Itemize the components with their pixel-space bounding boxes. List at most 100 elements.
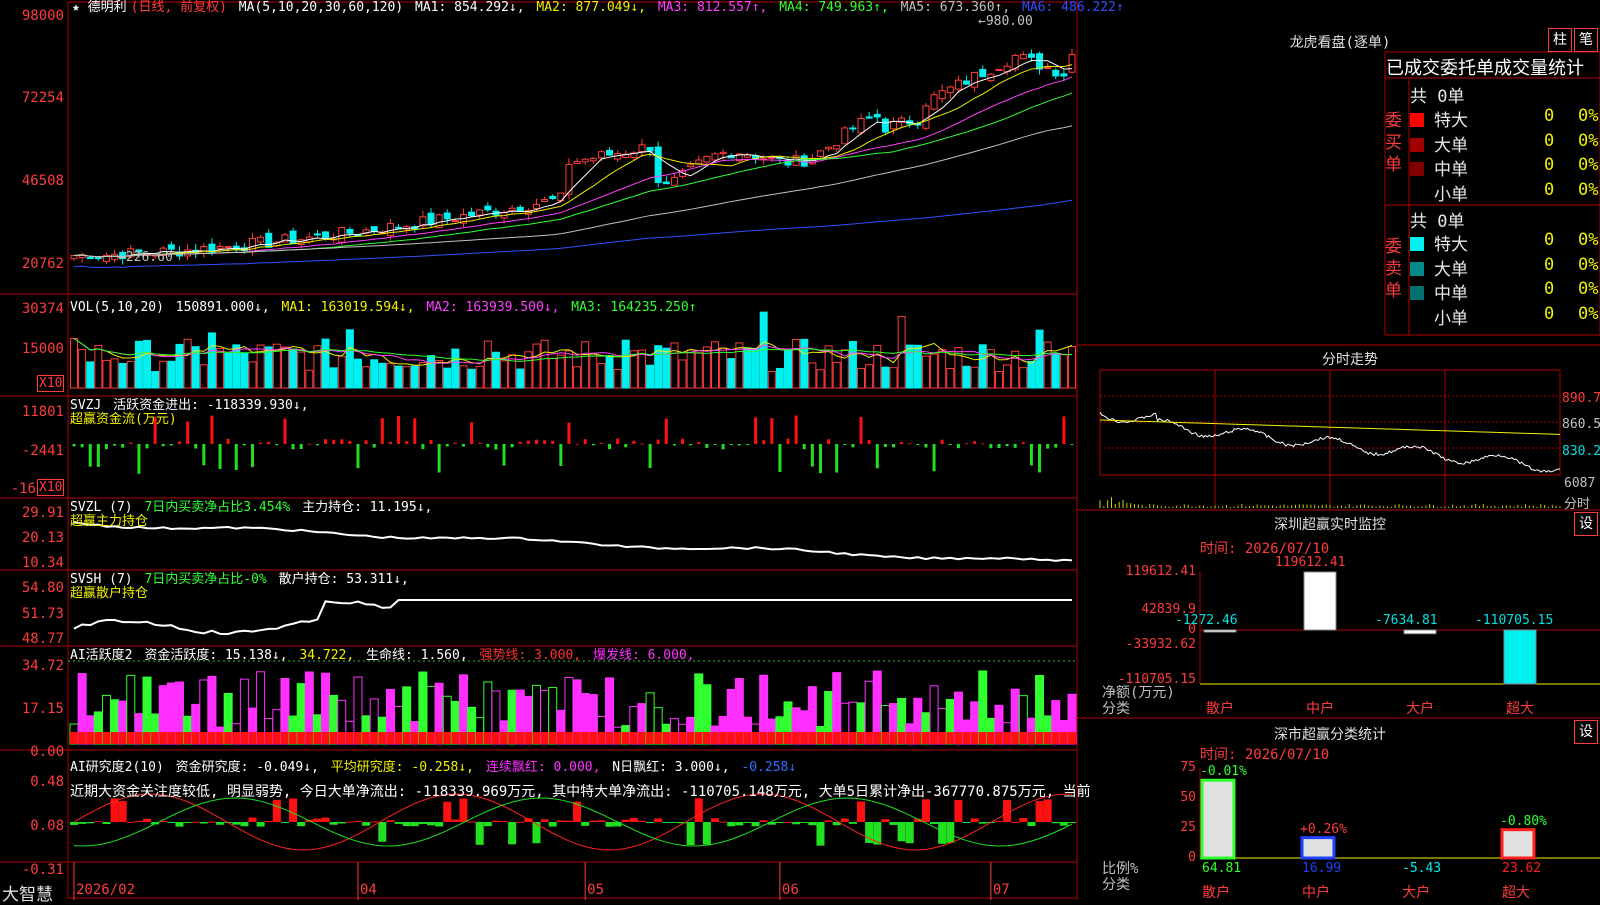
- ai1-y-label: 17.15: [21, 701, 64, 717]
- sm-bar-delta: -0.80%: [1500, 813, 1547, 829]
- ai1-base-bar: [508, 732, 517, 744]
- svzj-bar: [713, 444, 717, 445]
- ai1-base-bar: [272, 732, 281, 744]
- candle-body: [816, 150, 824, 157]
- volume-bar: [946, 367, 955, 389]
- sm-bar-delta: +0.26%: [1300, 821, 1347, 837]
- svsh-y-label: 54.80: [21, 580, 64, 596]
- ai1-base-bar: [1043, 732, 1052, 744]
- lhb-tabs[interactable]: 已成交委托单成交量统计: [1386, 54, 1600, 80]
- candle-body: [881, 118, 889, 133]
- ai2-bar: [483, 822, 492, 827]
- svzj-bar: [859, 416, 863, 444]
- svzj-unit-box: X10: [37, 479, 65, 496]
- sz-bar-中户: [1303, 571, 1337, 631]
- bar-mode-button[interactable]: 柱: [1548, 28, 1572, 52]
- svzj-bar: [210, 415, 214, 444]
- candle-body: [346, 228, 354, 234]
- stock-title[interactable]: ★ 德明利: [72, 0, 127, 15]
- svzj-bar: [307, 443, 311, 445]
- ai1-base-bar: [532, 732, 541, 744]
- svzl-name[interactable]: SVZL (7): [70, 500, 133, 515]
- vol-header: VOL(5,10,20) 150891.000↓, MA1: 163019.59…: [70, 300, 701, 316]
- svzj-bar: [908, 443, 912, 445]
- sz-settings-button[interactable]: 设: [1574, 512, 1598, 536]
- ai2-bar: [930, 822, 939, 825]
- ai2-bar: [94, 821, 103, 823]
- volume-bar: [540, 339, 549, 389]
- buy-count: 0: [1544, 179, 1555, 200]
- svzj-bar: [202, 444, 206, 466]
- ai1-base-bar: [418, 732, 427, 744]
- ai2-bar: [735, 822, 744, 826]
- ai2-y-label: -0.31: [21, 862, 64, 878]
- candle-body: [833, 145, 841, 150]
- ai1-base-bar: [930, 732, 939, 744]
- ai1-base-bar: [637, 732, 646, 744]
- ai1-base-bar: [946, 732, 955, 744]
- sm-y-label: 25: [1180, 820, 1196, 835]
- volume-bar: [1043, 341, 1052, 389]
- brand-logo[interactable]: 大智慧: [2, 880, 53, 905]
- svzj-bar: [1054, 444, 1058, 448]
- ai2-bar: [207, 821, 216, 823]
- sell-pct: 0%: [1578, 303, 1599, 324]
- sm-bar-value: 23.62: [1502, 861, 1542, 876]
- sz-bar-超大: [1503, 629, 1537, 685]
- candle-body: [395, 226, 403, 229]
- svzj-bar: [664, 418, 668, 444]
- svzj-bar: [1070, 444, 1074, 445]
- svzj-bar: [299, 444, 303, 450]
- volume-bar: [613, 368, 622, 389]
- ai1-d: 强势线: 3.000,: [479, 648, 582, 663]
- svzj-bar: [843, 444, 847, 445]
- ai2-bar: [540, 819, 549, 822]
- ai1-base-bar: [792, 732, 801, 744]
- ai1-base-bar: [816, 732, 825, 744]
- ai2-bar: [946, 822, 955, 843]
- candle-body: [865, 116, 873, 119]
- svzj-y-label: 11801: [21, 404, 64, 420]
- ai1-base-bar: [143, 732, 152, 744]
- candle-body: [971, 71, 979, 88]
- svzj-bar: [608, 444, 612, 450]
- sz-monitor-title: 深圳超赢实时监控: [1274, 517, 1386, 533]
- volume-bar: [183, 338, 192, 389]
- svzj-label: 活跃资金进出: -118339.930↓,: [113, 398, 309, 413]
- svsh-sub: 超赢散户持仓: [70, 586, 149, 601]
- svzj-bar: [689, 444, 693, 446]
- sm-time: 时间: 2026/07/10: [1200, 747, 1330, 763]
- sm-settings-button[interactable]: 设: [1574, 720, 1598, 744]
- volume-bar: [962, 365, 971, 389]
- svzj-bar: [340, 439, 344, 444]
- candle-body: [313, 233, 321, 236]
- sm-bar-中户: [1300, 836, 1336, 860]
- volume-bar: [605, 355, 614, 389]
- svsh-name[interactable]: SVSH (7): [70, 572, 133, 587]
- svzj-bar: [721, 444, 725, 450]
- ai1-base-bar: [629, 732, 638, 744]
- ai2-bar: [418, 822, 427, 825]
- ai2-bar: [126, 821, 135, 823]
- ma2-value: MA2: 877.049↓,: [536, 0, 646, 15]
- ai2-bar: [297, 822, 306, 827]
- ai1-base-bar: [865, 732, 874, 744]
- ai2-bar: [1068, 822, 1076, 824]
- ai2-name[interactable]: AI研究度2(10): [70, 760, 164, 775]
- price-mode: (日线, 前复权): [130, 0, 227, 15]
- buy-name: 特大: [1434, 111, 1468, 131]
- ai1-base-bar: [78, 732, 87, 744]
- svzj-bar: [818, 444, 822, 474]
- ai1-base-bar: [857, 732, 866, 744]
- sz-category: 大户: [1406, 701, 1434, 717]
- volume-bar: [151, 371, 160, 389]
- volume-bar: [775, 367, 784, 389]
- sell-color-swatch: [1410, 261, 1424, 276]
- ai1-name[interactable]: AI活跃度2: [70, 648, 132, 663]
- svzj-name[interactable]: SVZJ: [70, 398, 101, 413]
- pen-mode-button[interactable]: 笔: [1574, 28, 1598, 52]
- sz-category: 散户: [1206, 701, 1234, 717]
- vol-name[interactable]: VOL(5,10,20): [70, 300, 164, 315]
- intraday-y-label: 890.7: [1562, 391, 1600, 406]
- ai1-base-bar: [848, 732, 857, 744]
